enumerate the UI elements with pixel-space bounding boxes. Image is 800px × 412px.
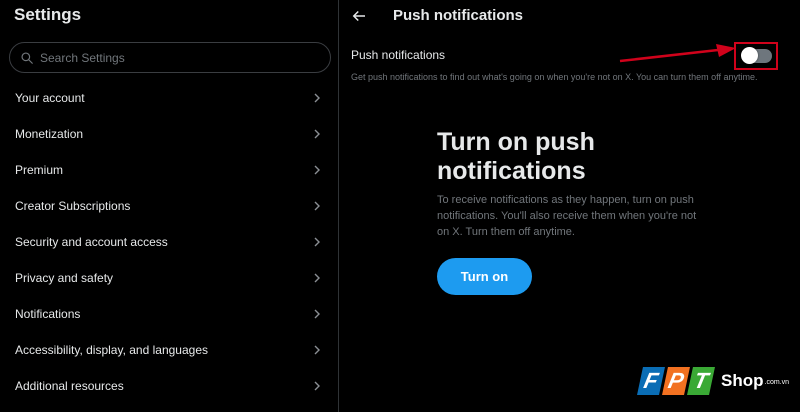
sidebar-item-label: Monetization	[15, 127, 84, 141]
chevron-right-icon	[314, 201, 320, 211]
fpt-logo: F P T	[637, 367, 715, 395]
chevron-right-icon	[314, 345, 320, 355]
shop-domain: .com.vn	[764, 379, 790, 386]
sidebar-item-creator-subscriptions[interactable]: Creator Subscriptions	[0, 188, 338, 224]
page-title: Push notifications	[393, 7, 524, 24]
sidebar-title: Settings	[14, 5, 82, 24]
push-notifications-toggle[interactable]	[741, 47, 772, 64]
sidebar-item-notifications[interactable]: Notifications	[0, 296, 338, 332]
sidebar-item-additional-resources[interactable]: Additional resources	[0, 368, 338, 404]
shop-text: Shop	[721, 371, 764, 390]
chevron-right-icon	[314, 273, 320, 283]
push-notifications-description: Get push notifications to find out what'…	[351, 72, 758, 82]
sidebar-item-label: Accessibility, display, and languages	[15, 343, 208, 357]
sidebar-item-label: Privacy and safety	[15, 271, 114, 285]
chevron-right-icon	[314, 237, 320, 247]
search-box[interactable]	[9, 42, 331, 73]
toggle-knob	[741, 47, 758, 64]
annotation-arrow	[619, 44, 736, 63]
sidebar-item-label: Additional resources	[15, 379, 124, 393]
sidebar-item-security[interactable]: Security and account access	[0, 224, 338, 260]
settings-menu: Your account Monetization Premium Creato…	[0, 80, 338, 404]
fpt-letter-f: F	[637, 367, 665, 395]
chevron-right-icon	[314, 165, 320, 175]
sidebar-item-label: Security and account access	[15, 235, 168, 249]
sidebar-item-premium[interactable]: Premium	[0, 152, 338, 188]
fpt-shop-watermark: F P T Shop .com.vn	[637, 363, 790, 395]
chevron-right-icon	[314, 381, 320, 391]
fpt-letter-t: T	[687, 367, 715, 395]
sidebar-item-label: Creator Subscriptions	[15, 199, 131, 213]
sidebar-item-accessibility[interactable]: Accessibility, display, and languages	[0, 332, 338, 368]
chevron-right-icon	[314, 93, 320, 103]
chevron-right-icon	[314, 129, 320, 139]
fpt-letter-p: P	[662, 367, 690, 395]
sidebar-item-your-account[interactable]: Your account	[0, 80, 338, 116]
sidebar-item-monetization[interactable]: Monetization	[0, 116, 338, 152]
sidebar-item-privacy[interactable]: Privacy and safety	[0, 260, 338, 296]
chevron-right-icon	[314, 309, 320, 319]
push-notifications-panel: Push notifications Push notifications Ge…	[340, 0, 800, 412]
back-arrow-icon[interactable]	[350, 7, 368, 25]
promo-description: To receive notifications as they happen,…	[437, 194, 697, 238]
promo-title: Turn on push notifications	[437, 128, 595, 185]
push-notifications-label: Push notifications	[351, 48, 446, 62]
search-icon	[21, 51, 33, 64]
settings-sidebar: Settings Your account Monetization Premi…	[0, 0, 339, 412]
sidebar-item-label: Notifications	[15, 307, 81, 321]
sidebar-item-label: Premium	[15, 163, 64, 177]
search-input[interactable]	[40, 50, 300, 65]
turn-on-button[interactable]: Turn on	[437, 258, 532, 295]
sidebar-item-label: Your account	[15, 91, 85, 105]
